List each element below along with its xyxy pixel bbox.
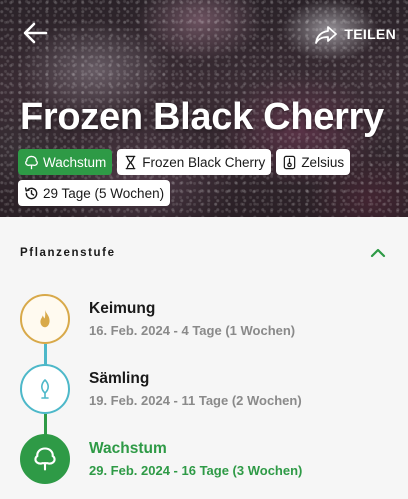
arrow-left-icon	[23, 22, 48, 44]
thermometer-icon	[284, 155, 296, 169]
chip-label: 29 Tage (5 Wochen)	[43, 185, 165, 201]
stage-seedling[interactable]: Sämling 19. Feb. 2024 - 11 Tage (2 Woche…	[20, 364, 390, 424]
history-icon	[24, 186, 38, 199]
stage-germination[interactable]: Keimung 16. Feb. 2024 - 4 Tage (1 Wochen…	[20, 294, 390, 354]
stage-date: 29. Feb. 2024 - 16 Tage (3 Wochen)	[89, 463, 303, 478]
share-label: TEILEN	[344, 26, 396, 42]
stage-date: 19. Feb. 2024 - 11 Tage (2 Wochen)	[89, 393, 302, 408]
chip-label: Frozen Black Cherry	[142, 154, 266, 170]
chip-duration[interactable]: 29 Tage (5 Wochen)	[18, 180, 171, 206]
section-title: Pflanzenstufe	[20, 247, 116, 259]
chip-strain[interactable]: Frozen Black Cherry	[117, 149, 272, 175]
chevron-up-icon	[370, 248, 386, 258]
stage-circle	[20, 434, 70, 484]
stage-circle	[20, 364, 70, 414]
page-title: Frozen Black Cherry	[20, 96, 384, 138]
plant-stage-section: Pflanzenstufe Keimung 16. Feb. 2024 - 4 …	[0, 217, 408, 499]
chip-label: Wachstum	[43, 154, 107, 170]
stage-date: 16. Feb. 2024 - 4 Tage (1 Wochen)	[89, 323, 296, 338]
info-chips: Wachstum Frozen Black Cherry Zelsius 29 …	[18, 149, 398, 206]
collapse-button[interactable]	[368, 243, 388, 263]
hero-image: TEILEN Frozen Black Cherry Wachstum Froz…	[0, 0, 408, 217]
back-button[interactable]	[22, 20, 48, 46]
section-header: Pflanzenstufe	[20, 243, 388, 263]
leaf-icon	[41, 379, 49, 399]
chip-temperature-unit[interactable]: Zelsius	[276, 149, 351, 175]
stage-circle	[20, 294, 70, 344]
tree-icon	[34, 447, 56, 471]
stage-name: Sämling	[89, 370, 150, 387]
chip-label: Zelsius	[301, 154, 345, 170]
stage-name: Wachstum	[89, 440, 167, 457]
hourglass-icon	[125, 155, 136, 169]
stage-name: Keimung	[89, 300, 156, 317]
stage-vegetative[interactable]: Wachstum 29. Feb. 2024 - 16 Tage (3 Woch…	[20, 434, 390, 494]
share-icon	[315, 26, 338, 44]
tree-icon	[25, 155, 38, 169]
chip-stage[interactable]: Wachstum	[18, 149, 113, 175]
share-button[interactable]: TEILEN	[314, 22, 396, 46]
flame-icon	[40, 309, 50, 328]
